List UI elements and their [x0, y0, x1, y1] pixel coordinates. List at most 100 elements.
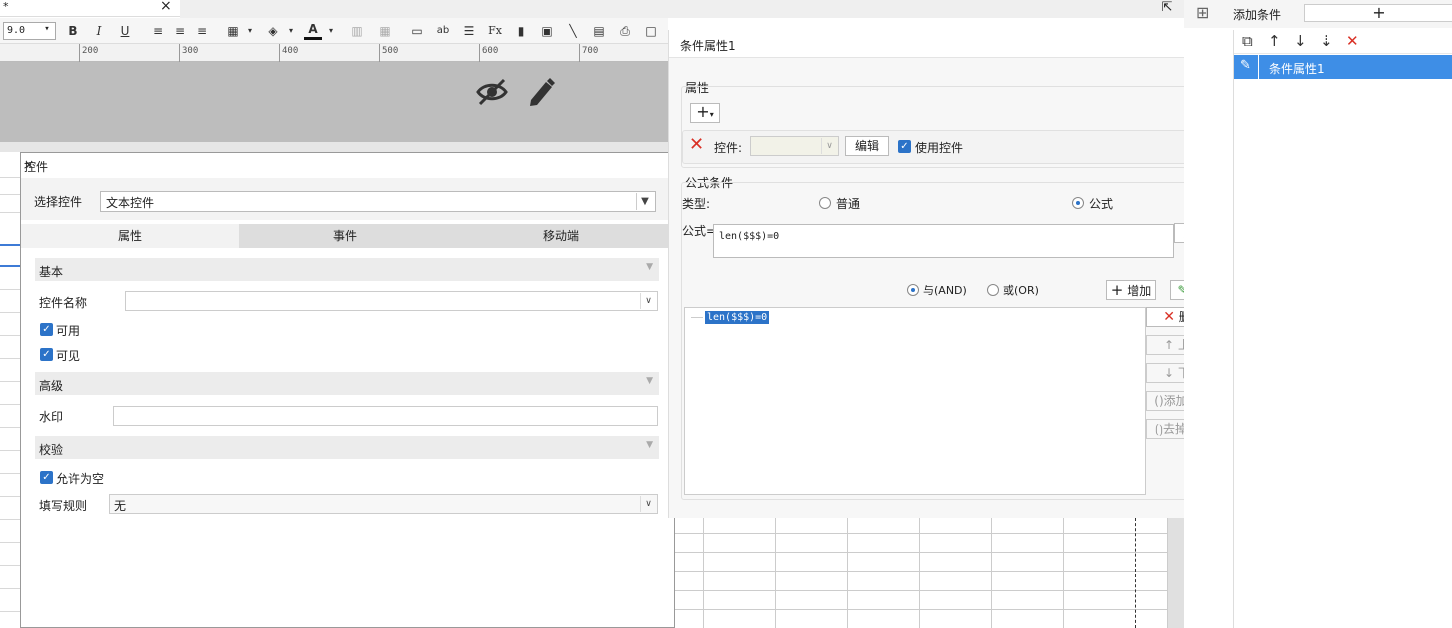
chevron-down-icon[interactable]: ▼ — [636, 193, 653, 210]
align-center-icon[interactable]: ≡ — [171, 22, 189, 40]
formula-icon[interactable]: Fx — [486, 22, 504, 40]
allow-empty-label: 允许为空 — [56, 472, 105, 486]
font-size-select[interactable]: 9.0 ▾ — [3, 22, 56, 40]
bold-icon[interactable]: B — [64, 22, 82, 40]
control-name-label: 控件名称 — [39, 296, 88, 310]
format-toolbar: 9.0 ▾ B I U ≡ ≡ ≡ ▦ ▾ ◈ ▾ A ▾ ▥ ▦ ▭ ab ☰… — [0, 18, 668, 44]
merge-cells-icon[interactable]: ▥ — [348, 22, 366, 40]
slash-icon[interactable]: ╲ — [564, 22, 582, 40]
chevron-down-icon: ▼ — [646, 262, 653, 272]
condition-attribute-panel: 条件属性1 属性 +▾ ✕ 控件: ∨ 编辑 ✓ 使用控件 公式条件 类型: 普… — [668, 30, 1234, 518]
layout-icon[interactable]: ⊞ — [1196, 3, 1209, 22]
use-control-label: 使用控件 — [915, 141, 964, 155]
control-name-input[interactable]: ∨ — [125, 291, 658, 311]
arrow-down-icon[interactable]: ↓ — [1294, 32, 1307, 50]
or-radio[interactable] — [987, 284, 999, 296]
list-item[interactable]: ✎ 条件属性1 — [1234, 55, 1452, 79]
arrow-up-icon[interactable]: ↑ — [1268, 32, 1281, 50]
chevron-down-icon[interactable]: ▾ — [40, 24, 54, 38]
font-color-icon[interactable]: A — [304, 22, 322, 40]
control-select[interactable]: ∨ — [750, 136, 839, 156]
print-icon[interactable]: ⎙ — [616, 22, 634, 40]
fill-dropdown-icon[interactable]: ▾ — [282, 22, 300, 40]
section-basic-label: 基本 — [39, 265, 64, 279]
allow-empty-checkbox[interactable]: ✓ — [40, 471, 53, 484]
close-tab-icon[interactable]: × — [160, 0, 172, 14]
fill-rule-label: 填写规则 — [39, 499, 88, 513]
section-advanced[interactable]: 高级 ▼ — [35, 372, 659, 395]
sheet-grid-left — [0, 152, 20, 628]
unsaved-marker: * — [3, 0, 9, 13]
text-style-icon[interactable]: ab — [434, 22, 452, 40]
control-type-value: 文本控件 — [106, 196, 155, 210]
border-icon[interactable]: ▦ — [224, 22, 242, 40]
subreport-icon[interactable]: ▤ — [590, 22, 608, 40]
condition-list[interactable]: len($$$)=0 — [684, 307, 1146, 495]
section-validation-label: 校验 — [39, 443, 64, 457]
sheet-grid-bottom — [675, 518, 1225, 628]
watermark-input[interactable] — [113, 406, 658, 426]
add-condition-label: 添加条件 — [1233, 8, 1282, 22]
select-control-row: 选择控件 文本控件 ▼ — [21, 178, 674, 220]
section-validation[interactable]: 校验 ▼ — [35, 436, 659, 459]
formula-input[interactable]: len($$$)=0 — [713, 224, 1174, 258]
chevron-down-icon[interactable]: ∨ — [640, 496, 656, 512]
plus-icon: + — [1110, 281, 1124, 299]
text-field-icon[interactable]: ▭ — [408, 22, 426, 40]
close-icon[interactable]: ✕ — [24, 158, 666, 172]
ruler: 200 300 400 500 600 700 — [0, 44, 668, 62]
type-normal-radio[interactable] — [819, 197, 831, 209]
underline-icon[interactable]: U — [116, 22, 134, 40]
align-left-icon[interactable]: ≡ — [149, 22, 167, 40]
control-type-select[interactable]: 文本控件 ▼ — [100, 191, 656, 212]
add-attribute-button[interactable]: +▾ — [690, 103, 720, 123]
align-right-icon[interactable]: ≡ — [193, 22, 211, 40]
remove-bracket-icon: ⟮⟯ — [1154, 422, 1163, 436]
copy-icon[interactable]: ⧉ — [1242, 32, 1253, 50]
chevron-down-icon[interactable]: ∨ — [821, 138, 837, 154]
edit-button[interactable]: 编辑 — [845, 136, 889, 156]
ruler-tick: 300 — [182, 46, 199, 56]
delete-icon[interactable]: ✕ — [1346, 32, 1359, 50]
select-control-label: 选择控件 — [34, 195, 83, 209]
fill-rule-value: 无 — [114, 499, 127, 513]
and-radio[interactable] — [907, 284, 919, 296]
dock-icon[interactable]: ⇱ — [1150, 0, 1184, 18]
type-formula-radio[interactable] — [1072, 197, 1084, 209]
delete-attribute-icon[interactable]: ✕ — [689, 136, 704, 154]
italic-icon[interactable]: I — [90, 22, 108, 40]
list-item[interactable]: len($$$)=0 — [705, 311, 770, 324]
enabled-checkbox[interactable]: ✓ — [40, 323, 53, 336]
fill-rule-select[interactable]: 无 ∨ — [109, 494, 658, 514]
tab-properties[interactable]: 属性 — [21, 224, 239, 248]
tab-mobile[interactable]: 移动端 — [451, 224, 671, 248]
sort-icon[interactable]: ⇣ — [1320, 32, 1333, 50]
delete-icon: ✕ — [1163, 309, 1175, 325]
ruler-tick: 700 — [582, 46, 599, 56]
use-control-checkbox[interactable]: ✓ — [898, 140, 911, 153]
add-condition-button[interactable]: + 增加 — [1106, 280, 1156, 300]
chevron-down-icon[interactable]: ∨ — [640, 293, 656, 309]
fill-color-icon[interactable]: ◈ — [264, 22, 282, 40]
unmerge-cells-icon[interactable]: ▦ — [376, 22, 394, 40]
ruler-tick: 200 — [82, 46, 99, 56]
ruler-tick: 400 — [282, 46, 299, 56]
ruler-tick: 500 — [382, 46, 399, 56]
chart-icon[interactable]: ▮ — [512, 22, 530, 40]
image-icon[interactable]: ▣ — [538, 22, 556, 40]
hidden-eye-icon[interactable] — [476, 78, 508, 106]
font-size-value: 9.0 — [7, 25, 26, 36]
editor-tab[interactable]: * × — [0, 0, 180, 17]
section-basic[interactable]: 基本 ▼ — [35, 258, 659, 281]
tab-events[interactable]: 事件 — [239, 224, 451, 248]
shape-icon[interactable]: □ — [642, 22, 660, 40]
tab-bar-background — [180, 0, 1185, 18]
add-condition-plus-button[interactable]: + — [1304, 4, 1452, 22]
font-color-dropdown-icon[interactable]: ▾ — [322, 22, 340, 40]
visible-checkbox[interactable]: ✓ — [40, 348, 53, 361]
pencil-icon[interactable] — [526, 76, 556, 108]
align-text-icon[interactable]: ☰ — [460, 22, 478, 40]
visible-label: 可见 — [56, 349, 81, 363]
border-dropdown-icon[interactable]: ▾ — [241, 22, 259, 40]
arrow-down-icon: ↓ — [1164, 366, 1175, 380]
